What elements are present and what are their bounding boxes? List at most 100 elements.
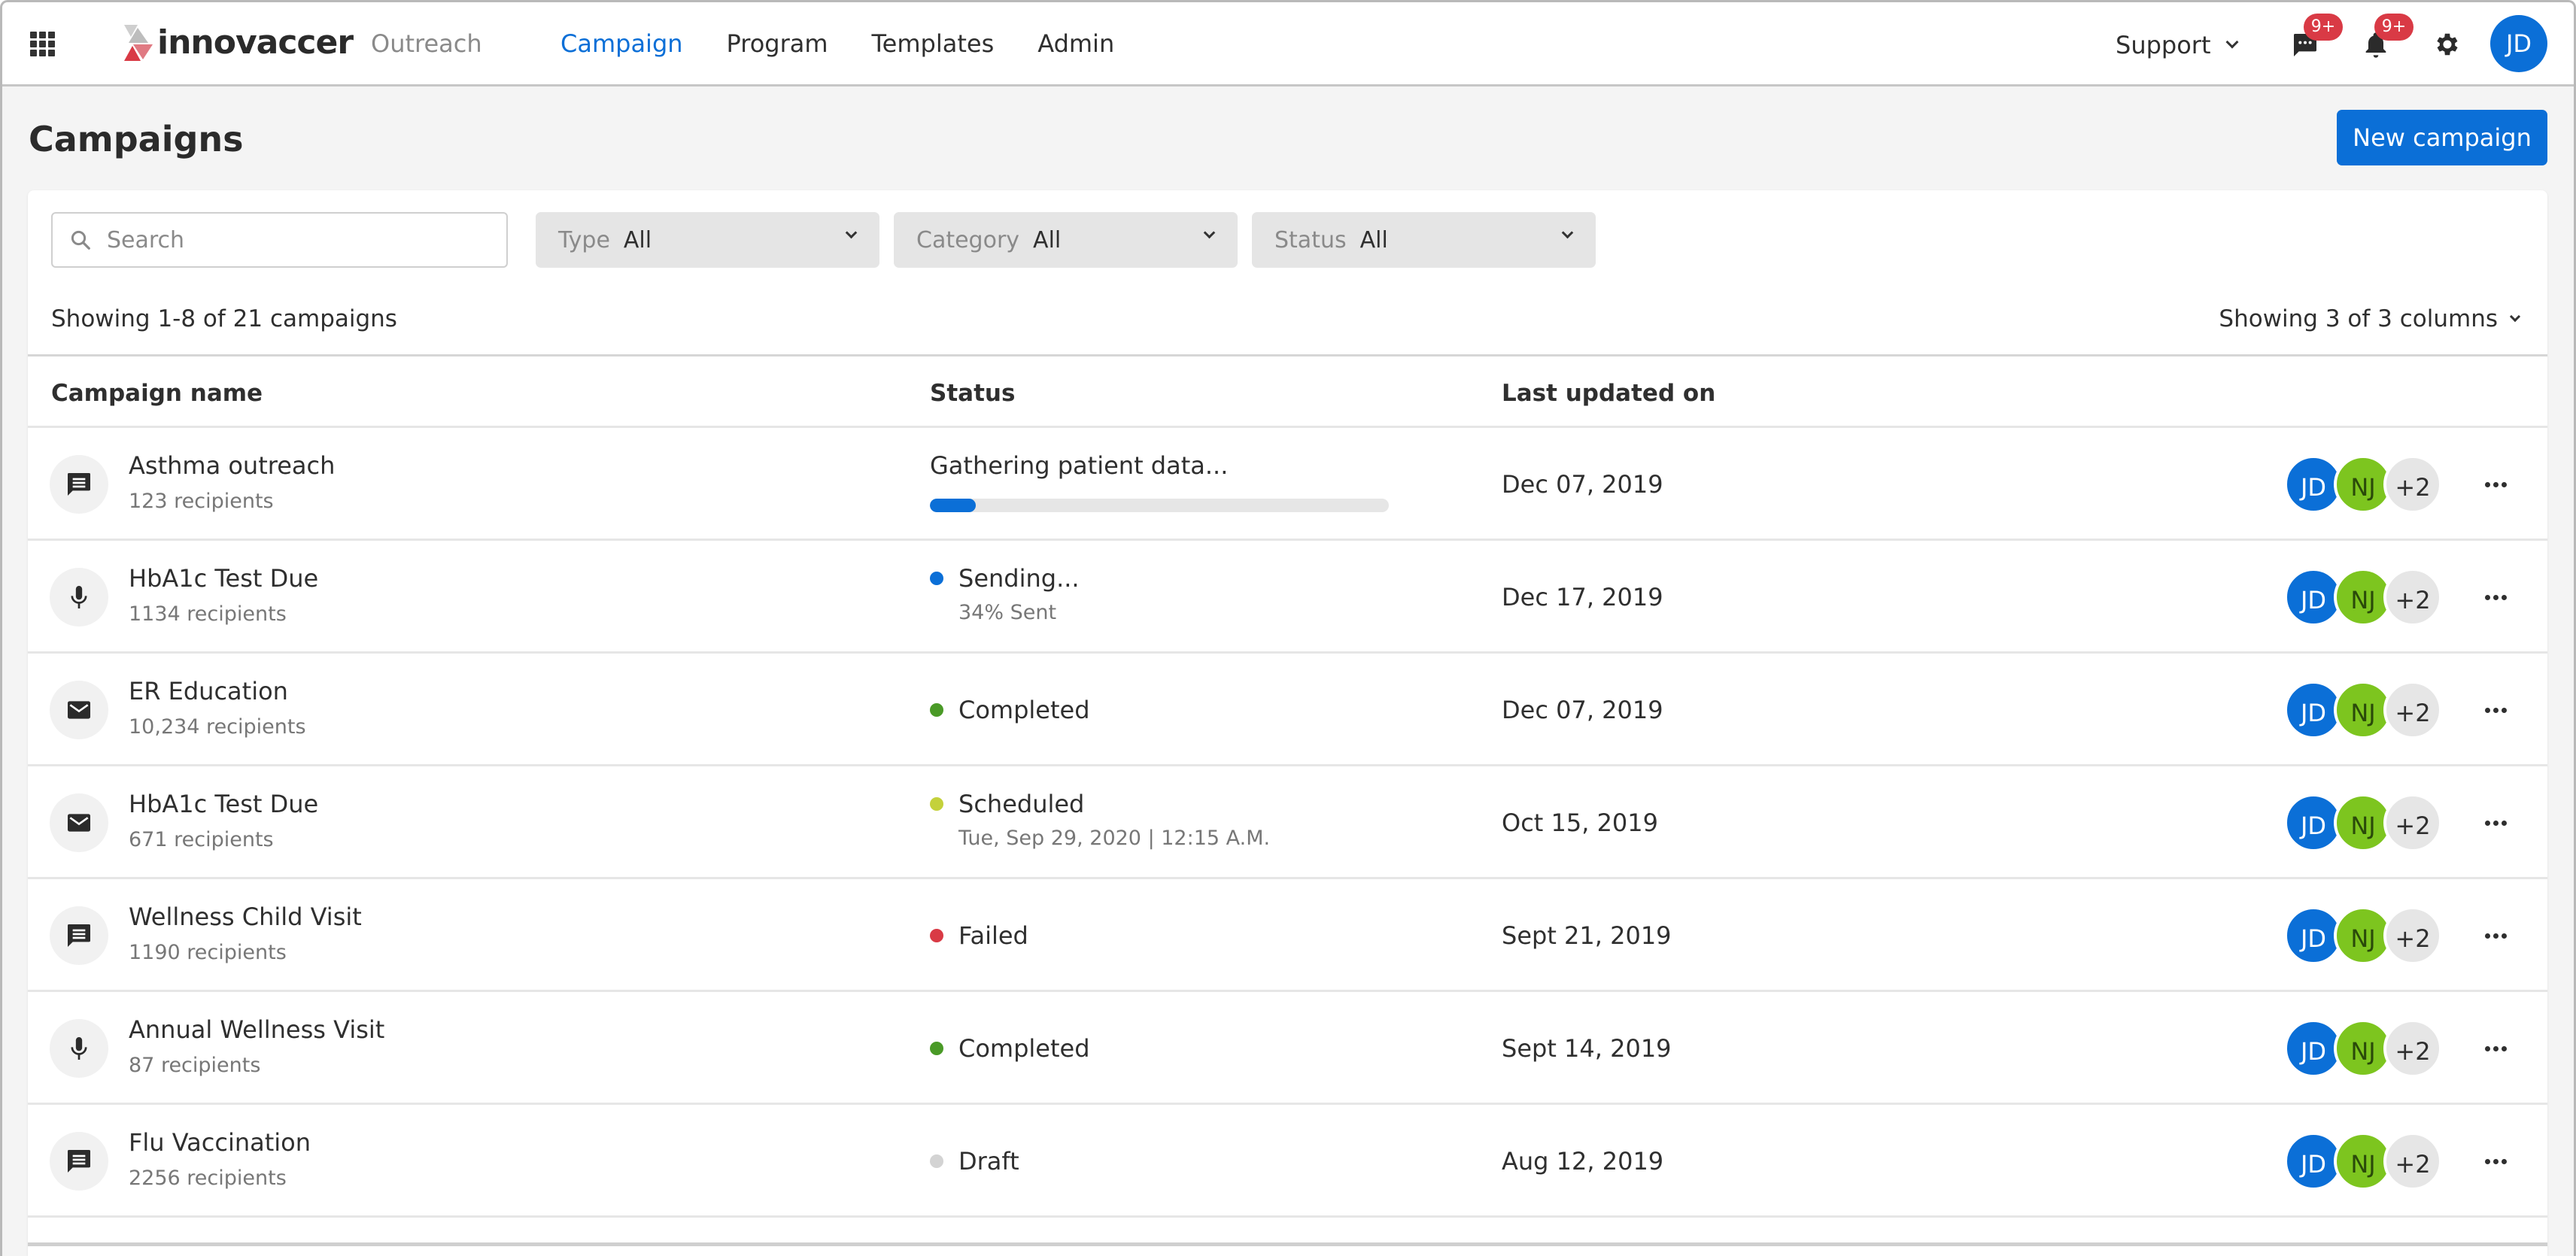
apps-grid-icon[interactable] [30,32,56,56]
progress-fill [930,499,976,512]
recipient-count: 2256 recipients [129,1167,287,1190]
status-filter-label: Status [1274,226,1347,253]
mail-icon [68,814,90,832]
status-dot [930,797,943,811]
more-options-button[interactable] [2482,584,2509,610]
nav-campaign[interactable]: Campaign [560,27,683,60]
table-row[interactable]: HbA1c Test Due 1134 recipients Sending..… [28,541,2547,654]
campaign-name[interactable]: Wellness Child Visit [129,900,362,933]
table-row[interactable]: Annual Wellness Visit 87 recipients Comp… [28,992,2547,1105]
status-text: Sending... [958,564,1080,593]
status-dot [930,572,943,585]
search-field[interactable] [51,212,508,268]
mail-icon [68,701,90,719]
column-header-status[interactable]: Status [930,378,1015,409]
nav-templates[interactable]: Templates [872,27,995,60]
dot [2484,481,2490,487]
dot [2501,1045,2507,1051]
channel-icon-badge [50,906,108,965]
status-dot [930,1154,943,1168]
status-cell: Scheduled Tue, Sep 29, 2020 | 12:15 A.M. [930,787,1270,852]
status-cell: Gathering patient data... [930,449,1389,512]
dot [2492,933,2499,939]
avatar-group: JD NJ +2 [2284,906,2442,965]
chevron-down-icon [1203,226,1216,239]
notifications-badge: 9+ [2374,14,2413,41]
status-dot [930,929,943,942]
avatar-group: JD NJ +2 [2284,681,2442,739]
category-filter-dropdown[interactable]: Category All [894,212,1238,268]
channel-icon-badge [50,455,108,514]
campaign-name[interactable]: Annual Wellness Visit [129,1013,384,1046]
campaign-name[interactable]: HbA1c Test Due [129,787,318,821]
last-updated-date: Aug 12, 2019 [1502,1147,1664,1176]
more-options-button[interactable] [2482,1148,2509,1174]
table-row[interactable]: Flu Vaccination 2256 recipients Draft Au… [28,1105,2547,1218]
dot [2492,481,2499,487]
more-avatars-count[interactable]: +2 [2383,906,2442,965]
status-subtext: 34% Sent [958,601,1057,624]
recipient-count: 10,234 recipients [129,715,306,739]
support-label: Support [2116,31,2211,59]
user-avatar[interactable]: JD [2490,15,2547,72]
more-avatars-count[interactable]: +2 [2383,793,2442,852]
campaign-name[interactable]: HbA1c Test Due [129,562,318,595]
notifications-button[interactable]: 9+ [2361,14,2413,60]
avatar-group: JD NJ +2 [2284,568,2442,626]
more-avatars-count[interactable]: +2 [2383,1019,2442,1078]
status-text: Failed [958,921,1028,950]
columns-toggle[interactable]: Showing 3 of 3 columns [2219,303,2521,335]
status-cell: Draft [930,1145,1019,1178]
messages-button[interactable]: 9+ [2290,14,2343,60]
search-input[interactable] [107,226,483,253]
chevron-down-icon [1561,226,1574,239]
table-row[interactable]: ER Education 10,234 recipients Completed… [28,654,2547,766]
dot [2492,1045,2499,1051]
table-row[interactable]: HbA1c Test Due 671 recipients Scheduled T… [28,766,2547,879]
dot [2501,1158,2507,1164]
support-dropdown[interactable]: Support [2116,29,2238,62]
last-updated-date: Sept 14, 2019 [1502,1034,1672,1063]
columns-toggle-label: Showing 3 of 3 columns [2219,305,2498,332]
status-text: Draft [958,1147,1019,1176]
progress-bar [930,499,1389,512]
table-header: Campaign name Status Last updated on [28,356,2547,428]
more-options-button[interactable] [2482,472,2509,497]
status-cell: Sending... 34% Sent [930,562,1080,626]
campaign-name[interactable]: Asthma outreach [129,449,335,482]
recipient-count: 87 recipients [129,1054,261,1077]
product-name: Outreach [371,29,482,58]
chevron-down-icon [2225,35,2238,49]
table-row[interactable]: Wellness Child Visit 1190 recipients Fai… [28,879,2547,992]
status-cell: Failed [930,919,1028,952]
nav-program[interactable]: Program [727,27,828,60]
mic-icon [71,1037,87,1060]
nav-admin[interactable]: Admin [1037,27,1114,60]
dot [2484,594,2490,600]
more-options-button[interactable] [2482,810,2509,836]
status-text: Completed [958,696,1090,724]
table-row[interactable]: Asthma outreach 123 recipients Gathering… [28,428,2547,541]
more-options-button[interactable] [2482,1036,2509,1061]
top-navigation: innovaccer Outreach Campaign Program Tem… [0,0,2576,86]
more-avatars-count[interactable]: +2 [2383,681,2442,739]
column-header-last-updated[interactable]: Last updated on [1502,378,1715,409]
chat-icon [68,924,90,947]
more-options-button[interactable] [2482,697,2509,723]
brand-logo[interactable]: innovaccer [123,23,354,62]
more-avatars-count[interactable]: +2 [2383,568,2442,626]
settings-button[interactable] [2433,30,2463,60]
dot [2484,1158,2490,1164]
column-header-campaign-name[interactable]: Campaign name [51,378,263,409]
dot [2484,707,2490,713]
more-avatars-count[interactable]: +2 [2383,1132,2442,1191]
type-filter-dropdown[interactable]: Type All [536,212,879,268]
more-options-button[interactable] [2482,923,2509,948]
status-filter-dropdown[interactable]: Status All [1252,212,1596,268]
new-campaign-button[interactable]: New campaign [2337,110,2547,165]
more-avatars-count[interactable]: +2 [2383,455,2442,514]
recipient-count: 1134 recipients [129,602,287,626]
campaign-name[interactable]: ER Education [129,675,288,708]
brand-name: innovaccer [157,23,354,62]
campaign-name[interactable]: Flu Vaccination [129,1126,311,1159]
